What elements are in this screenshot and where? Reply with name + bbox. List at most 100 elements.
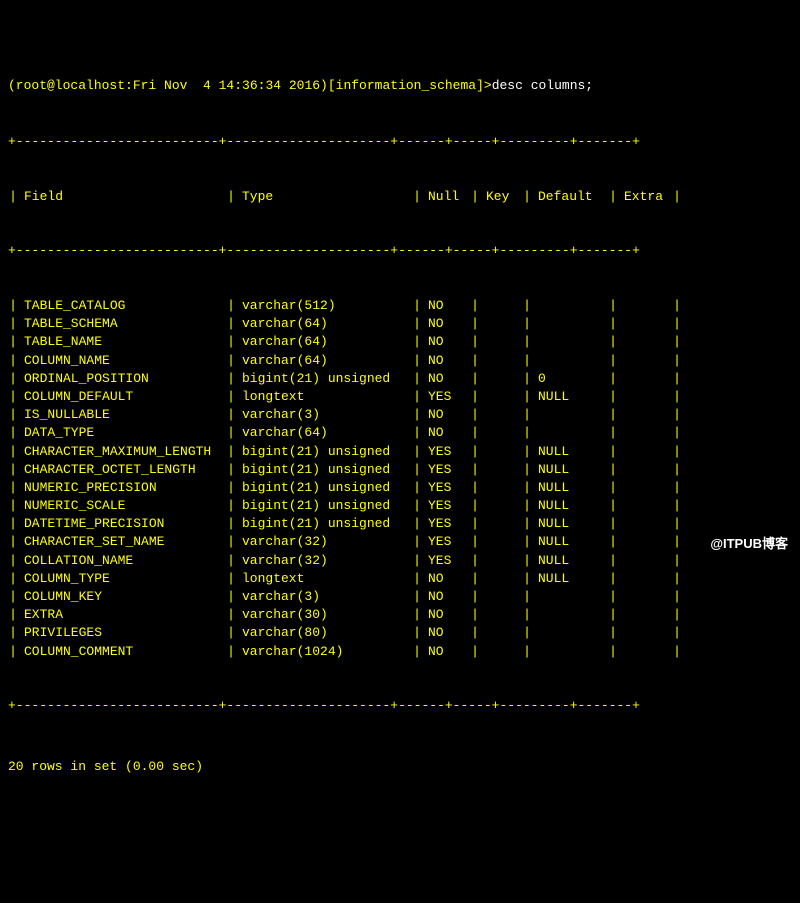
table-header-row: |Field|Type|Null|Key|Default|Extra| xyxy=(8,188,792,206)
header-type: Type xyxy=(236,188,412,206)
table-row: |TABLE_CATALOG|varchar(512)|NO|||| xyxy=(8,297,792,315)
table-row: |TABLE_NAME|varchar(64)|NO|||| xyxy=(8,333,792,351)
cell-field: NUMERIC_PRECISION xyxy=(18,479,226,497)
table-row: |CHARACTER_MAXIMUM_LENGTH|bigint(21) uns… xyxy=(8,443,792,461)
cell-type: varchar(30) xyxy=(236,606,412,624)
cell-type: varchar(64) xyxy=(236,333,412,351)
cell-type: bigint(21) unsigned xyxy=(236,370,412,388)
cell-type: bigint(21) unsigned xyxy=(236,461,412,479)
table-row: |COLUMN_TYPE|longtext|NO||NULL|| xyxy=(8,570,792,588)
cell-extra xyxy=(618,388,672,406)
cell-default xyxy=(532,406,608,424)
table-row: |PRIVILEGES|varchar(80)|NO|||| xyxy=(8,624,792,642)
cell-extra xyxy=(618,606,672,624)
cell-key xyxy=(480,370,522,388)
cell-field: COLUMN_NAME xyxy=(18,352,226,370)
table-row: |NUMERIC_SCALE|bigint(21) unsigned|YES||… xyxy=(8,497,792,515)
cell-key xyxy=(480,479,522,497)
cell-default xyxy=(532,606,608,624)
cell-key xyxy=(480,406,522,424)
cell-field: DATETIME_PRECISION xyxy=(18,515,226,533)
cell-extra xyxy=(618,588,672,606)
prompt-prefix: (root@localhost:Fri Nov 4 14:36:34 2016)… xyxy=(8,78,492,93)
cell-key xyxy=(480,461,522,479)
cell-field: COLUMN_KEY xyxy=(18,588,226,606)
table-body: |TABLE_CATALOG|varchar(512)|NO|||| |TABLE… xyxy=(8,297,792,661)
cell-field: CHARACTER_SET_NAME xyxy=(18,533,226,551)
cell-field: PRIVILEGES xyxy=(18,624,226,642)
cell-default: NULL xyxy=(532,533,608,551)
table-border-mid: +--------------------------+------------… xyxy=(8,242,792,260)
table-border-bottom: +--------------------------+------------… xyxy=(8,697,792,715)
cell-type: varchar(64) xyxy=(236,424,412,442)
cell-default: NULL xyxy=(532,479,608,497)
cell-null: NO xyxy=(422,370,470,388)
cell-null: YES xyxy=(422,533,470,551)
table-row: |DATA_TYPE|varchar(64)|NO|||| xyxy=(8,424,792,442)
cell-default: NULL xyxy=(532,570,608,588)
cell-field: TABLE_NAME xyxy=(18,333,226,351)
cell-extra xyxy=(618,515,672,533)
cell-default: NULL xyxy=(532,461,608,479)
cell-field: COLUMN_TYPE xyxy=(18,570,226,588)
cell-key xyxy=(480,515,522,533)
table-row: |IS_NULLABLE|varchar(3)|NO|||| xyxy=(8,406,792,424)
cell-type: longtext xyxy=(236,388,412,406)
cell-default xyxy=(532,424,608,442)
cell-field: NUMERIC_SCALE xyxy=(18,497,226,515)
cell-type: bigint(21) unsigned xyxy=(236,443,412,461)
cell-extra xyxy=(618,570,672,588)
cell-null: NO xyxy=(422,315,470,333)
prompt-command: desc columns; xyxy=(492,78,593,93)
cell-null: YES xyxy=(422,515,470,533)
cell-type: longtext xyxy=(236,570,412,588)
cell-null: NO xyxy=(422,406,470,424)
cell-key xyxy=(480,424,522,442)
cell-type: varchar(32) xyxy=(236,552,412,570)
table-row: |EXTRA|varchar(30)|NO|||| xyxy=(8,606,792,624)
cell-field: CHARACTER_OCTET_LENGTH xyxy=(18,461,226,479)
cell-default xyxy=(532,352,608,370)
cell-key xyxy=(480,643,522,661)
cell-field: COLLATION_NAME xyxy=(18,552,226,570)
header-key: Key xyxy=(480,188,522,206)
cell-null: NO xyxy=(422,333,470,351)
cell-key xyxy=(480,443,522,461)
table-border-top: +--------------------------+------------… xyxy=(8,133,792,151)
header-extra: Extra xyxy=(618,188,672,206)
cell-key xyxy=(480,388,522,406)
cell-type: bigint(21) unsigned xyxy=(236,515,412,533)
cell-key xyxy=(480,333,522,351)
terminal-prompt[interactable]: (root@localhost:Fri Nov 4 14:36:34 2016)… xyxy=(8,77,792,95)
cell-type: varchar(3) xyxy=(236,588,412,606)
table-row: |CHARACTER_OCTET_LENGTH|bigint(21) unsig… xyxy=(8,461,792,479)
cell-null: YES xyxy=(422,443,470,461)
cell-extra xyxy=(618,479,672,497)
cell-key xyxy=(480,297,522,315)
cell-extra xyxy=(618,624,672,642)
table-row: |ORDINAL_POSITION|bigint(21) unsigned|NO… xyxy=(8,370,792,388)
cell-extra xyxy=(618,297,672,315)
cell-extra xyxy=(618,643,672,661)
watermark: @ITPUB博客 xyxy=(710,535,788,553)
cell-default xyxy=(532,588,608,606)
cell-extra xyxy=(618,315,672,333)
cell-field: DATA_TYPE xyxy=(18,424,226,442)
table-row: |COLUMN_KEY|varchar(3)|NO|||| xyxy=(8,588,792,606)
cell-field: ORDINAL_POSITION xyxy=(18,370,226,388)
cell-default: NULL xyxy=(532,443,608,461)
cell-null: YES xyxy=(422,479,470,497)
cell-null: NO xyxy=(422,624,470,642)
cell-key xyxy=(480,606,522,624)
cell-extra xyxy=(618,461,672,479)
cell-null: YES xyxy=(422,388,470,406)
header-default: Default xyxy=(532,188,608,206)
cell-field: COLUMN_DEFAULT xyxy=(18,388,226,406)
cell-default: NULL xyxy=(532,515,608,533)
cell-type: varchar(64) xyxy=(236,352,412,370)
cell-field: TABLE_CATALOG xyxy=(18,297,226,315)
cell-type: bigint(21) unsigned xyxy=(236,479,412,497)
cell-null: NO xyxy=(422,424,470,442)
cell-field: TABLE_SCHEMA xyxy=(18,315,226,333)
cell-default xyxy=(532,297,608,315)
